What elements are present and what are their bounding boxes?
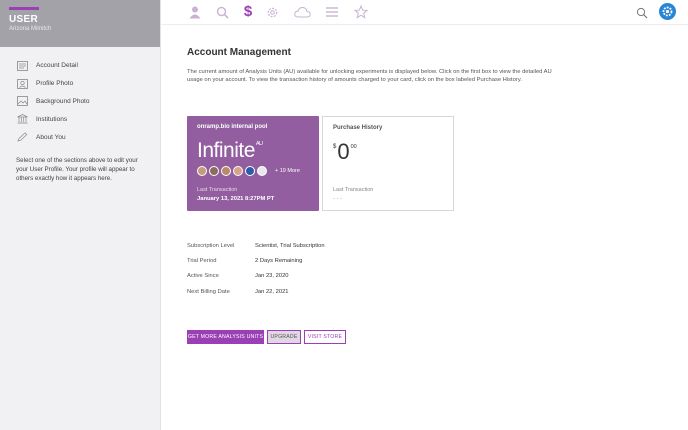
dollar-symbol: $ xyxy=(243,3,253,20)
sidebar-item-background-photo[interactable]: Background Photo xyxy=(0,93,160,111)
sidebar-item-account-detail[interactable]: Account Detail xyxy=(0,57,160,75)
avatar[interactable] xyxy=(209,166,219,176)
amount-cents: 00 xyxy=(350,144,357,150)
sidebar-header: USER Arizona Milnitch xyxy=(0,0,160,47)
purchase-amount: $ 0 00 xyxy=(333,141,357,163)
cloud-icon[interactable] xyxy=(293,4,311,20)
au-amount: InfiniteAU xyxy=(197,139,263,163)
star-icon[interactable] xyxy=(353,4,369,20)
detail-label: Subscription Level xyxy=(187,242,235,249)
search-icon[interactable] xyxy=(214,4,230,20)
sidebar-item-about-you[interactable]: About You xyxy=(0,128,160,146)
last-transaction-value: January 13, 2021 8:27PM PT xyxy=(197,196,275,202)
purchase-history-card[interactable]: Purchase History $ 0 00 Last Transaction… xyxy=(322,116,454,211)
visit-store-button[interactable]: VISIT STORE xyxy=(304,330,346,344)
sidebar-item-profile-photo[interactable]: Profile Photo xyxy=(0,75,160,93)
account-detail-icon xyxy=(16,60,28,71)
gear-icon[interactable] xyxy=(264,4,280,20)
page-description: The current amount of Analysis Units (AU… xyxy=(187,69,552,84)
last-transaction-label: Last Transaction xyxy=(333,187,374,193)
detail-value: Scientist, Trial Subscription xyxy=(255,242,325,249)
sidebar-item-label: About You xyxy=(36,133,66,141)
dollar-icon[interactable]: $ xyxy=(240,4,256,20)
purchase-history-title: Purchase History xyxy=(333,125,383,131)
pencil-icon xyxy=(16,132,28,143)
action-buttons: GET MORE ANALYSIS UNITS UPGRADE VISIT ST… xyxy=(187,330,349,344)
avatar[interactable] xyxy=(257,166,267,176)
detail-row: Active Since Jan 23, 2020 xyxy=(187,269,325,284)
get-more-analysis-units-button[interactable]: GET MORE ANALYSIS UNITS xyxy=(187,330,264,344)
sidebar-item-label: Background Photo xyxy=(36,97,90,105)
detail-label: Active Since xyxy=(187,273,219,280)
avatar[interactable] xyxy=(233,166,243,176)
analysis-units-card[interactable]: onramp.bio internal pool InfiniteAU + 19… xyxy=(187,116,319,211)
sidebar-item-institutions[interactable]: Institutions xyxy=(0,110,160,128)
page-title: Account Management xyxy=(187,47,291,58)
sidebar-nav: Account Detail Profile Photo Background … xyxy=(0,57,160,146)
user-icon[interactable] xyxy=(187,4,203,20)
avatar[interactable] xyxy=(221,166,231,176)
detail-label: Next Billing Date xyxy=(187,288,230,295)
avatar[interactable] xyxy=(245,166,255,176)
detail-row: Subscription Level Scientist, Trial Subs… xyxy=(187,238,325,253)
detail-value: 2 Days Remaining xyxy=(255,257,303,264)
avatar[interactable] xyxy=(197,166,207,176)
last-transaction-label: Last Transaction xyxy=(197,187,238,193)
sidebar-item-label: Profile Photo xyxy=(36,80,74,88)
sidebar-item-label: Account Detail xyxy=(36,62,78,70)
main-content: Account Management The current amount of… xyxy=(187,47,667,344)
top-nav-bar: $ xyxy=(161,0,688,25)
upgrade-button[interactable]: UPGRADE xyxy=(267,330,301,344)
top-search-icon[interactable] xyxy=(636,6,648,19)
member-avatars: + 19 More xyxy=(197,166,300,176)
settings-gear-icon[interactable] xyxy=(659,3,676,20)
institution-icon xyxy=(16,114,28,125)
currency-symbol: $ xyxy=(333,144,337,150)
sidebar: USER Arizona Milnitch Account Detail Pro… xyxy=(0,0,161,430)
more-members-label[interactable]: + 19 More xyxy=(275,168,300,174)
au-amount-value: Infinite xyxy=(197,139,255,162)
list-icon[interactable] xyxy=(324,4,340,20)
sidebar-hint: Select one of the sections above to edit… xyxy=(16,156,138,182)
user-name: Arizona Milnitch xyxy=(9,26,52,32)
detail-row: Trial Period 2 Days Remaining xyxy=(187,253,325,268)
sidebar-item-label: Institutions xyxy=(36,115,68,123)
pool-name: onramp.bio internal pool xyxy=(197,124,268,130)
detail-label: Trial Period xyxy=(187,257,217,264)
detail-value: Jan 23, 2020 xyxy=(255,273,289,280)
detail-value: Jan 22, 2021 xyxy=(255,288,289,295)
profile-photo-icon xyxy=(16,78,28,89)
subscription-details: Subscription Level Scientist, Trial Subs… xyxy=(187,238,325,299)
last-transaction-value: - - - xyxy=(333,196,343,202)
detail-row: Next Billing Date Jan 22, 2021 xyxy=(187,284,325,299)
user-title: USER xyxy=(9,14,38,25)
amount-whole: 0 xyxy=(337,139,350,164)
accent-bar xyxy=(9,7,39,10)
au-unit: AU xyxy=(255,141,263,147)
background-photo-icon xyxy=(16,96,28,107)
